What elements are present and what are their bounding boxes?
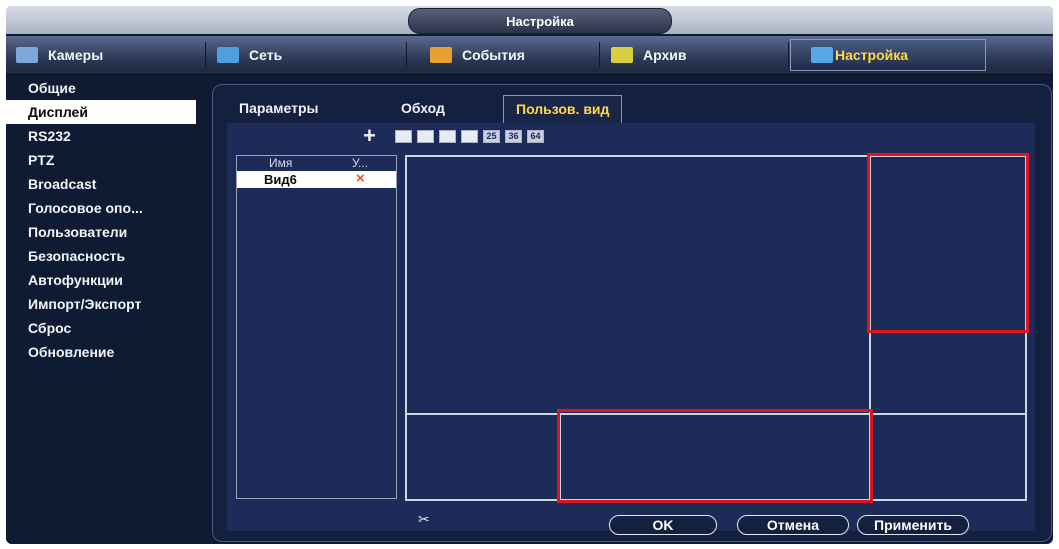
- layout-16-icon[interactable]: [461, 130, 478, 143]
- view-list: Имя У... Вид6 ×: [236, 155, 397, 499]
- tab-label: Сеть: [249, 47, 283, 63]
- dvr-window: Настройка Камеры Сеть События Архив Наст…: [6, 6, 1053, 544]
- tab-label: Камеры: [48, 47, 104, 63]
- sidebar-item-voice[interactable]: Голосовое опо...: [6, 196, 202, 220]
- sidebar-item-display[interactable]: Дисплей: [6, 100, 196, 124]
- delete-icon[interactable]: ×: [356, 170, 365, 187]
- events-icon: [430, 47, 452, 63]
- tab-events[interactable]: События: [408, 39, 598, 71]
- tab-cameras[interactable]: Камеры: [6, 39, 204, 71]
- tab-label: Архив: [643, 47, 687, 63]
- archive-icon: [611, 47, 633, 63]
- column-name: Имя: [269, 156, 293, 170]
- add-view-button[interactable]: +: [363, 123, 376, 149]
- sidebar: Общие Дисплей RS232 PTZ Broadcast Голосо…: [6, 76, 202, 544]
- sidebar-item-import-export[interactable]: Импорт/Экспорт: [6, 292, 202, 316]
- tab-tour[interactable]: Обход: [389, 95, 457, 122]
- top-navigation: Камеры Сеть События Архив Настройка: [6, 36, 1053, 75]
- list-header: Имя У...: [237, 156, 396, 170]
- tab-label: Настройка: [835, 47, 909, 63]
- layout-4-icon[interactable]: [395, 130, 412, 143]
- list-item[interactable]: Вид6 ×: [237, 170, 396, 188]
- tab-archive[interactable]: Архив: [601, 39, 787, 71]
- camera-icon: [16, 47, 38, 63]
- sidebar-item-security[interactable]: Безопасность: [6, 244, 202, 268]
- view-name: Вид6: [264, 172, 297, 187]
- layout-preview: [405, 153, 1029, 503]
- layout-toolbar: + 25 36 64: [227, 123, 1035, 149]
- layout-25-icon[interactable]: 25: [483, 130, 500, 143]
- tab-label: События: [462, 47, 525, 63]
- layout-9-icon[interactable]: [439, 130, 456, 143]
- title-bar: Настройка: [6, 6, 1053, 34]
- cancel-button[interactable]: Отмена: [737, 515, 849, 535]
- network-icon: [217, 47, 239, 63]
- tab-network[interactable]: Сеть: [207, 39, 405, 71]
- sidebar-item-autofunctions[interactable]: Автофункции: [6, 268, 202, 292]
- sidebar-item-update[interactable]: Обновление: [6, 340, 202, 364]
- sidebar-item-rs232[interactable]: RS232: [6, 124, 202, 148]
- sidebar-item-users[interactable]: Пользователи: [6, 220, 202, 244]
- ok-button[interactable]: OK: [609, 515, 717, 535]
- layout-64-icon[interactable]: 64: [527, 130, 544, 143]
- window-title: Настройка: [408, 8, 672, 34]
- layout-36-icon[interactable]: 36: [505, 130, 522, 143]
- settings-panel: Параметры Обход Пользов. вид + 25 36 64 …: [212, 84, 1052, 542]
- settings-icon: [811, 47, 833, 63]
- tab-custom-view[interactable]: Пользов. вид: [503, 95, 623, 123]
- sidebar-item-general[interactable]: Общие: [6, 76, 202, 100]
- tab-parameters[interactable]: Параметры: [227, 95, 331, 122]
- apply-button[interactable]: Применить: [857, 515, 969, 535]
- merge-highlight-box: [867, 153, 1029, 333]
- sidebar-item-ptz[interactable]: PTZ: [6, 148, 202, 172]
- sidebar-item-reset[interactable]: Сброс: [6, 316, 202, 340]
- column-delete: У...: [352, 156, 369, 170]
- custom-view-content: + 25 36 64 Имя У... Вид6 × ✂ OK Отмена П…: [227, 123, 1035, 535]
- layout-6-icon[interactable]: [417, 130, 434, 143]
- split-icon[interactable]: ✂: [418, 511, 430, 528]
- sidebar-item-broadcast[interactable]: Broadcast: [6, 172, 202, 196]
- tab-settings[interactable]: Настройка: [790, 39, 986, 71]
- merge-highlight-box: [557, 409, 873, 503]
